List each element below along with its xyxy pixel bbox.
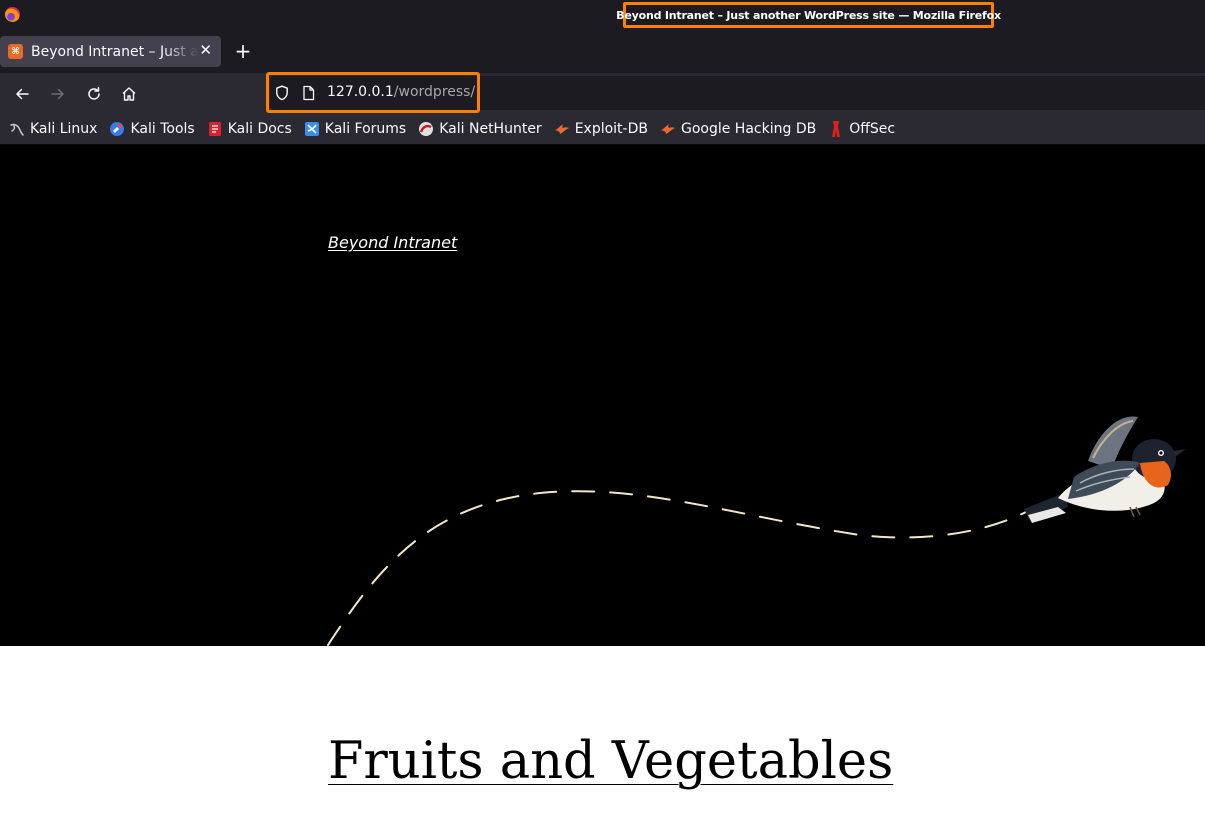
ghdb-icon: [660, 121, 676, 137]
arrow-left-icon: [16, 88, 29, 100]
back-button[interactable]: [10, 82, 34, 106]
bookmark-label: Kali Docs: [227, 120, 292, 137]
bookmark-label: OffSec: [849, 120, 896, 137]
bookmark-kali-docs[interactable]: Kali Docs: [207, 121, 292, 137]
bookmark-label: Exploit-DB: [574, 120, 648, 137]
page-icon[interactable]: [302, 85, 315, 101]
navigation-bar: [0, 73, 1205, 113]
post-title-link[interactable]: Fruits and Vegetables: [328, 736, 893, 787]
tab-label: Beyond Intranet – Just another WordPress…: [31, 43, 199, 60]
bookmark-kali-linux[interactable]: Kali Linux: [9, 121, 97, 137]
dashed-flight-path: [327, 490, 1031, 646]
bookmark-label: Kali NetHunter: [439, 120, 542, 137]
bookmark-label: Google Hacking DB: [680, 120, 817, 137]
home-icon: [122, 87, 136, 101]
tab-strip: ⌘ Beyond Intranet – Just another WordPre…: [0, 30, 1205, 73]
exploit-db-icon: [554, 121, 570, 137]
kali-docs-icon: [207, 121, 223, 137]
bookmark-label: Kali Tools: [130, 120, 195, 137]
bookmark-exploit-db[interactable]: Exploit-DB: [554, 121, 648, 137]
window-title: Beyond Intranet – Just another WordPress…: [616, 2, 1001, 28]
home-button[interactable]: [117, 82, 141, 106]
bird-illustration: [1024, 416, 1186, 523]
reload-icon: [88, 86, 100, 100]
tab-active[interactable]: ⌘ Beyond Intranet – Just another WordPre…: [0, 36, 221, 67]
close-icon[interactable]: ✕: [199, 41, 212, 59]
shield-icon[interactable]: [275, 85, 289, 101]
bookmark-google-hacking-db[interactable]: Google Hacking DB: [660, 121, 816, 137]
url-host: 127.0.0.1: [327, 84, 394, 100]
offsec-icon: [828, 120, 844, 137]
firefox-logo-icon: [5, 7, 20, 22]
url-path: /wordpress/: [393, 84, 476, 100]
kali-forums-icon: [304, 121, 320, 137]
window-titlebar: Beyond Intranet – Just another WordPress…: [0, 0, 1205, 30]
url-input[interactable]: 127.0.0.1/wordpress/: [327, 84, 475, 100]
kali-nethunter-icon: [418, 121, 434, 137]
bookmark-kali-nethunter[interactable]: Kali NetHunter: [418, 120, 542, 137]
forward-button[interactable]: [46, 82, 70, 106]
reload-button[interactable]: [82, 82, 106, 106]
bookmark-label: Kali Forums: [324, 120, 407, 137]
kali-tools-icon: [109, 121, 125, 137]
xampp-favicon-icon: ⌘: [8, 44, 23, 59]
kali-dragon-icon: [9, 121, 25, 137]
site-header-hero: Beyond Intranet: [0, 145, 1205, 646]
new-tab-button[interactable]: +: [232, 40, 254, 62]
bookmark-label: Kali Linux: [30, 120, 98, 137]
arrow-right-icon: [51, 88, 64, 100]
bookmark-kali-tools[interactable]: Kali Tools: [109, 120, 195, 137]
page-content: Fruits and Vegetables: [0, 646, 1205, 816]
bookmarks-toolbar: Kali Linux Kali Tools Kali Docs Kali For…: [0, 113, 1205, 145]
bookmark-kali-forums[interactable]: Kali Forums: [304, 121, 406, 137]
bookmark-offsec[interactable]: OffSec: [828, 120, 896, 137]
